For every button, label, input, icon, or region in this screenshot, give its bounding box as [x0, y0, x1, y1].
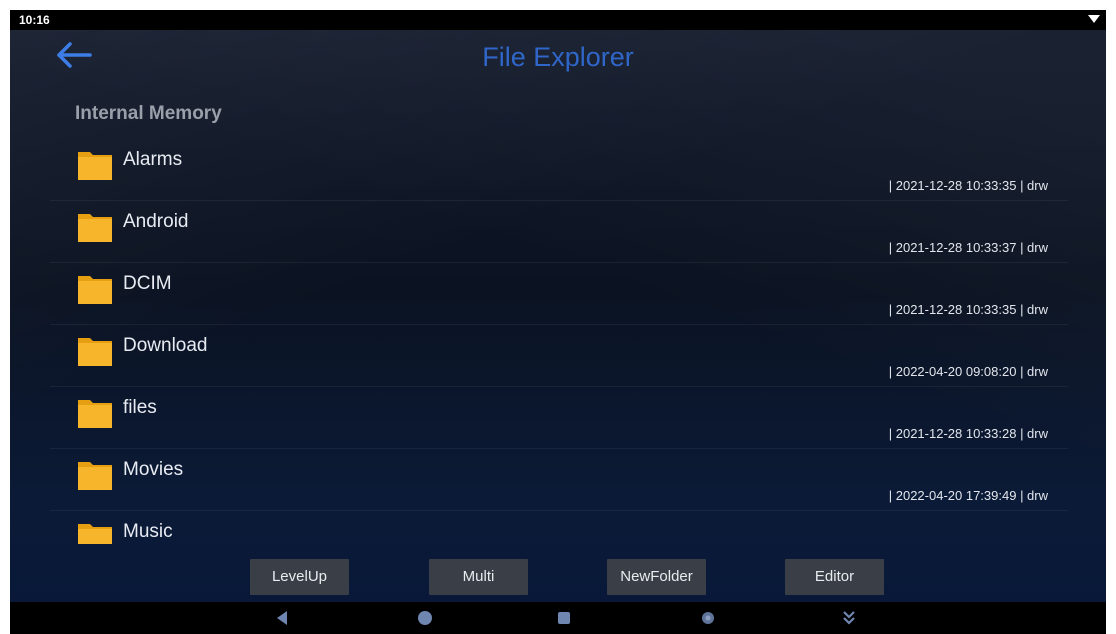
folder-icon — [78, 152, 112, 180]
wifi-signal-icon — [1088, 15, 1100, 23]
screenshot-icon[interactable] — [699, 609, 717, 627]
list-item-android[interactable]: Android | 2021-12-28 10:33:37 | drw — [50, 200, 1068, 263]
folder-name: Alarms — [123, 149, 183, 170]
levelup-button[interactable]: LevelUp — [250, 559, 349, 595]
folder-meta: | 2022-04-20 17:39:49 | drw — [888, 488, 1048, 503]
list-item-dcim[interactable]: DCIM | 2021-12-28 10:33:35 | drw — [50, 262, 1068, 325]
folder-meta: | 2021-12-28 10:33:28 | drw — [888, 426, 1048, 441]
nav-recents-icon[interactable] — [555, 609, 573, 627]
folder-icon — [78, 400, 112, 428]
folder-icon — [78, 462, 112, 490]
list-item-movies[interactable]: Movies | 2022-04-20 17:39:49 | drw — [50, 448, 1068, 511]
folder-name: files — [123, 397, 157, 418]
folder-name: Music — [123, 521, 173, 542]
folder-icon — [78, 338, 112, 366]
list-item-download[interactable]: Download | 2022-04-20 09:08:20 | drw — [50, 324, 1068, 387]
status-bar: 10:16 — [10, 10, 1106, 30]
newfolder-button[interactable]: NewFolder — [607, 559, 706, 595]
folder-icon — [78, 276, 112, 304]
file-list: Alarms | 2021-12-28 10:33:35 | drw Andro… — [10, 138, 1106, 544]
folder-meta: | 2021-12-28 10:33:35 | drw — [888, 178, 1048, 193]
page-title: File Explorer — [482, 42, 634, 72]
folder-meta: | 2022-04-20 09:08:20 | drw — [888, 364, 1048, 379]
editor-button[interactable]: Editor — [785, 559, 884, 595]
status-time: 10:16 — [19, 13, 50, 27]
list-item-files[interactable]: files | 2021-12-28 10:33:28 | drw — [50, 386, 1068, 449]
list-item-alarms[interactable]: Alarms | 2021-12-28 10:33:35 | drw — [50, 138, 1068, 201]
navigation-bar — [10, 602, 1106, 634]
folder-meta: | 2021-12-28 10:33:35 | drw — [888, 302, 1048, 317]
nav-hide-icon[interactable] — [840, 609, 858, 627]
multi-button[interactable]: Multi — [429, 559, 528, 595]
folder-name: Movies — [123, 459, 184, 480]
folder-name: Download — [123, 335, 208, 356]
location-label: Internal Memory — [75, 103, 222, 124]
nav-back-icon[interactable] — [273, 609, 291, 627]
folder-icon — [78, 524, 112, 544]
nav-home-icon[interactable] — [416, 609, 434, 627]
list-item-music[interactable]: Music — [50, 510, 1068, 544]
folder-meta: | 2021-12-28 10:33:37 | drw — [888, 240, 1048, 255]
folder-name: Android — [123, 211, 189, 232]
folder-icon — [78, 214, 112, 242]
folder-name: DCIM — [123, 273, 172, 294]
app-screen: 10:16 File Explorer Internal Memory Alar… — [10, 10, 1106, 634]
